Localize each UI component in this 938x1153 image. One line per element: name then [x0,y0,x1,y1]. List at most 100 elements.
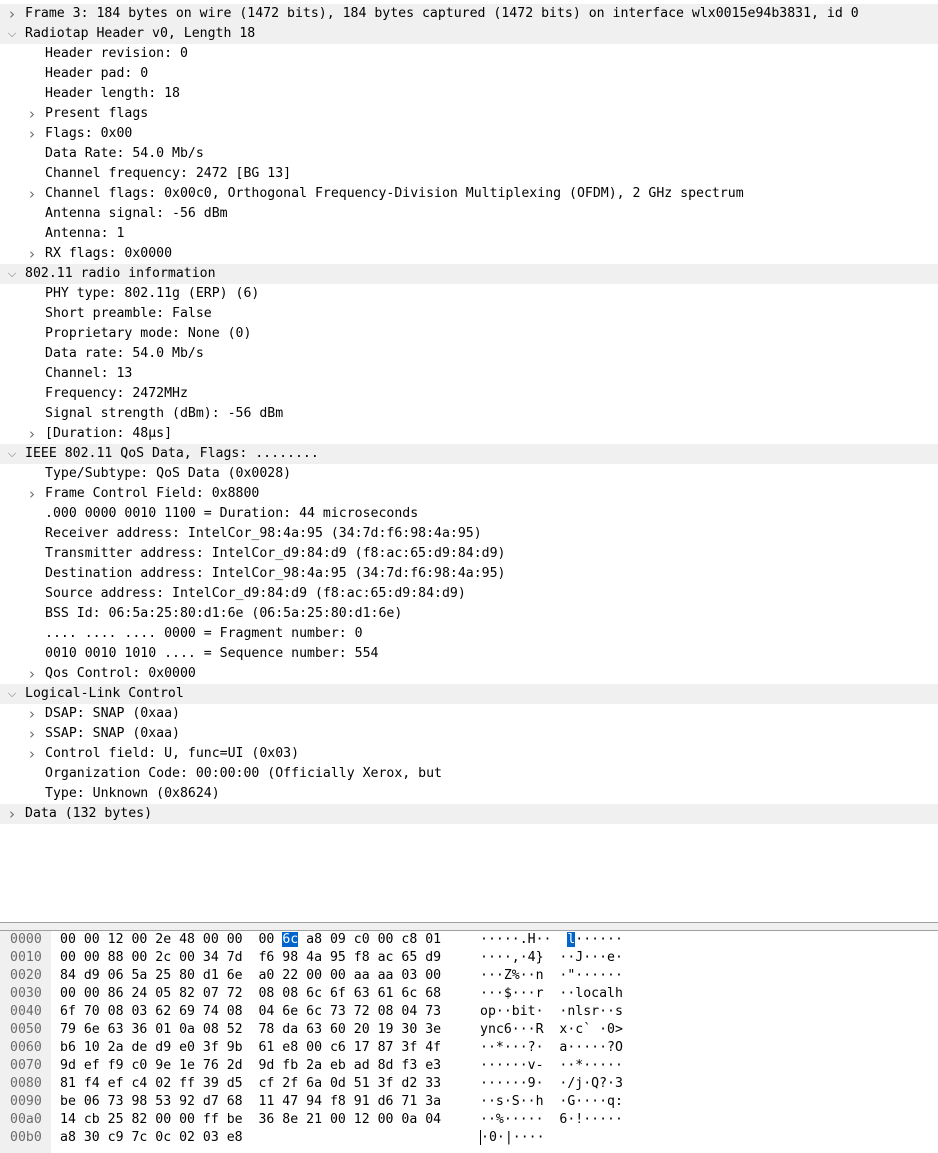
hex-bytes[interactable]: 00 00 12 00 2e 48 00 00 00 6c a8 09 c0 0… [60,931,441,949]
hex-segment[interactable]: 79 6e 63 36 01 0a 08 52 78 da 63 60 20 1… [60,1022,441,1037]
hex-segment[interactable]: a8 30 c9 7c 0c 02 03 e8 [60,1130,243,1145]
ascii-bytes[interactable]: ······v- ··*····· [480,1057,623,1075]
chevron-right-icon[interactable]: › [25,484,39,504]
ascii-bytes[interactable]: ·0·|···· [480,1129,545,1147]
tree-field-row[interactable]: › Flags: 0x00 [0,124,938,144]
chevron-right-icon[interactable]: › [25,184,39,204]
hex-dump-row[interactable]: 0070 9d ef f9 c0 9e 1e 76 2d 9d fb 2a eb … [0,1057,938,1075]
chevron-right-icon[interactable]: › [25,664,39,684]
hex-dump-row[interactable]: 0030 00 00 86 24 05 82 07 72 08 08 6c 6f … [0,985,938,1003]
ascii-segment[interactable]: ync6···R x·c` ·0> [480,1022,623,1037]
hex-segment[interactable]: 00 00 88 00 2c 00 34 7d f6 98 4a 95 f8 a… [60,950,441,965]
ascii-segment[interactable]: ······ [575,932,623,947]
ascii-bytes[interactable]: op··bit· ·nlsr··s [480,1003,623,1021]
hex-dump-row[interactable]: 0040 6f 70 08 03 62 69 74 08 04 6e 6c 73 … [0,1003,938,1021]
hex-segment[interactable]: 00 00 86 24 05 82 07 72 08 08 6c 6f 63 6… [60,986,441,1001]
tree-field-row[interactable]: Organization Code: 00:00:00 (Officially … [0,764,938,784]
ascii-bytes[interactable]: ·····.H·· l······ [480,931,623,949]
chevron-right-icon[interactable]: › [25,244,39,264]
ascii-segment[interactable]: ···$···r ··localh [480,986,623,1001]
hex-bytes[interactable]: 00 00 88 00 2c 00 34 7d f6 98 4a 95 f8 a… [60,949,441,967]
chevron-right-icon[interactable]: › [5,804,19,824]
tree-field-row[interactable]: 0010 0010 1010 .... = Sequence number: 5… [0,644,938,664]
tree-field-row[interactable]: PHY type: 802.11g (ERP) (6) [0,284,938,304]
tree-protocol-row[interactable]: ⌵ 802.11 radio information [0,264,938,284]
chevron-down-icon[interactable]: ⌵ [5,24,19,44]
hex-bytes[interactable]: 14 cb 25 82 00 00 ff be 36 8e 21 00 12 0… [60,1111,441,1129]
hex-segment[interactable]: 84 d9 06 5a 25 80 d1 6e a0 22 00 00 aa a… [60,968,441,983]
tree-field-row[interactable]: Type/Subtype: QoS Data (0x0028) [0,464,938,484]
ascii-segment[interactable]: ······9· ·/j·Q?·3 [480,1076,623,1091]
ascii-bytes[interactable]: ···$···r ··localh [480,985,623,1003]
tree-field-row[interactable]: Type: Unknown (0x8624) [0,784,938,804]
hex-dump-row[interactable]: 0080 81 f4 ef c4 02 ff 39 d5 cf 2f 6a 0d … [0,1075,938,1093]
ascii-segment[interactable]: ··s·S··h ·G····q: [480,1094,623,1109]
tree-field-row[interactable]: Header length: 18 [0,84,938,104]
tree-field-row[interactable]: Frequency: 2472MHz [0,384,938,404]
ascii-bytes[interactable]: ··s·S··h ·G····q: [480,1093,623,1111]
ascii-bytes[interactable]: ···Z%··n ·"······ [480,967,623,985]
tree-field-row[interactable]: › SSAP: SNAP (0xaa) [0,724,938,744]
ascii-bytes[interactable]: ··%····· 6·!····· [480,1111,623,1129]
hex-segment[interactable]: 00 00 12 00 2e 48 00 00 00 [60,932,282,947]
ascii-segment[interactable]: op··bit· ·nlsr··s [480,1004,623,1019]
hex-bytes[interactable]: 84 d9 06 5a 25 80 d1 6e a0 22 00 00 aa a… [60,967,441,985]
tree-field-row[interactable]: Signal strength (dBm): -56 dBm [0,404,938,424]
tree-field-row[interactable]: Header pad: 0 [0,64,938,84]
selected-byte[interactable]: 6c [282,932,299,947]
hex-bytes[interactable]: 9d ef f9 c0 9e 1e 76 2d 9d fb 2a eb ad 8… [60,1057,441,1075]
chevron-right-icon[interactable]: › [5,4,19,24]
hex-bytes[interactable]: 81 f4 ef c4 02 ff 39 d5 cf 2f 6a 0d 51 3… [60,1075,441,1093]
hex-dump-row[interactable]: 00a0 14 cb 25 82 00 00 ff be 36 8e 21 00 … [0,1111,938,1129]
ascii-segment[interactable]: ···Z%··n ·"······ [480,968,623,983]
tree-protocol-row[interactable]: ⌵ IEEE 802.11 QoS Data, Flags: ........ [0,444,938,464]
hex-segment[interactable]: b6 10 2a de d9 e0 3f 9b 61 e8 00 c6 17 8… [60,1040,441,1055]
ascii-bytes[interactable]: ······9· ·/j·Q?·3 [480,1075,623,1093]
ascii-bytes[interactable]: ····,·4} ··J···e· [480,949,623,967]
chevron-right-icon[interactable]: › [25,724,39,744]
tree-protocol-row[interactable]: › Frame 3: 184 bytes on wire (1472 bits),… [0,4,938,24]
hex-dump-row[interactable]: 0000 00 00 12 00 2e 48 00 00 00 6c a8 09 … [0,931,938,949]
chevron-down-icon[interactable]: ⌵ [5,264,19,284]
hex-segment[interactable]: 6f 70 08 03 62 69 74 08 04 6e 6c 73 72 0… [60,1004,441,1019]
tree-field-row[interactable]: Antenna: 1 [0,224,938,244]
hex-bytes[interactable]: be 06 73 98 53 92 d7 68 11 47 94 f8 91 d… [60,1093,441,1111]
tree-field-row[interactable]: Data Rate: 54.0 Mb/s [0,144,938,164]
tree-field-row[interactable]: Receiver address: IntelCor_98:4a:95 (34:… [0,524,938,544]
hex-segment[interactable]: be 06 73 98 53 92 d7 68 11 47 94 f8 91 d… [60,1094,441,1109]
hex-dump-row[interactable]: 0090 be 06 73 98 53 92 d7 68 11 47 94 f8 … [0,1093,938,1111]
hex-bytes[interactable]: 00 00 86 24 05 82 07 72 08 08 6c 6f 63 6… [60,985,441,1003]
tree-field-row[interactable]: BSS Id: 06:5a:25:80:d1:6e (06:5a:25:80:d… [0,604,938,624]
hex-bytes[interactable]: b6 10 2a de d9 e0 3f 9b 61 e8 00 c6 17 8… [60,1039,441,1057]
hex-dump-row[interactable]: 0020 84 d9 06 5a 25 80 d1 6e a0 22 00 00 … [0,967,938,985]
tree-field-row[interactable]: › DSAP: SNAP (0xaa) [0,704,938,724]
tree-field-row[interactable]: › Control field: U, func=UI (0x03) [0,744,938,764]
tree-field-row[interactable]: Channel frequency: 2472 [BG 13] [0,164,938,184]
tree-field-row[interactable]: Proprietary mode: None (0) [0,324,938,344]
ascii-segment[interactable]: ·0·|···· [481,1130,545,1145]
packet-bytes-pane[interactable]: 0000 00 00 12 00 2e 48 00 00 00 6c a8 09 … [0,931,938,1153]
tree-field-row[interactable]: Data rate: 54.0 Mb/s [0,344,938,364]
hex-segment[interactable]: 81 f4 ef c4 02 ff 39 d5 cf 2f 6a 0d 51 3… [60,1076,441,1091]
tree-field-row[interactable]: .... .... .... 0000 = Fragment number: 0 [0,624,938,644]
hex-segment[interactable]: 14 cb 25 82 00 00 ff be 36 8e 21 00 12 0… [60,1112,441,1127]
hex-bytes[interactable]: 6f 70 08 03 62 69 74 08 04 6e 6c 73 72 0… [60,1003,441,1021]
tree-field-row[interactable]: Transmitter address: IntelCor_d9:84:d9 (… [0,544,938,564]
ascii-segment[interactable]: ····,·4} ··J···e· [480,950,623,965]
chevron-right-icon[interactable]: › [25,124,39,144]
tree-protocol-row[interactable]: › Data (132 bytes) [0,804,938,824]
tree-field-row[interactable]: › Present flags [0,104,938,124]
ascii-bytes[interactable]: ync6···R x·c` ·0> [480,1021,623,1039]
hex-bytes[interactable]: 79 6e 63 36 01 0a 08 52 78 da 63 60 20 1… [60,1021,441,1039]
tree-field-row[interactable]: Source address: IntelCor_d9:84:d9 (f8:ac… [0,584,938,604]
tree-field-row[interactable]: › Frame Control Field: 0x8800 [0,484,938,504]
tree-field-row[interactable]: Channel: 13 [0,364,938,384]
tree-field-row[interactable]: › [Duration: 48µs] [0,424,938,444]
tree-field-row[interactable]: › Qos Control: 0x0000 [0,664,938,684]
hex-dump-row[interactable]: 0050 79 6e 63 36 01 0a 08 52 78 da 63 60 … [0,1021,938,1039]
tree-field-row[interactable]: Short preamble: False [0,304,938,324]
chevron-down-icon[interactable]: ⌵ [5,684,19,704]
tree-field-row[interactable]: Destination address: IntelCor_98:4a:95 (… [0,564,938,584]
chevron-right-icon[interactable]: › [25,424,39,444]
tree-field-row[interactable]: › RX flags: 0x0000 [0,244,938,264]
